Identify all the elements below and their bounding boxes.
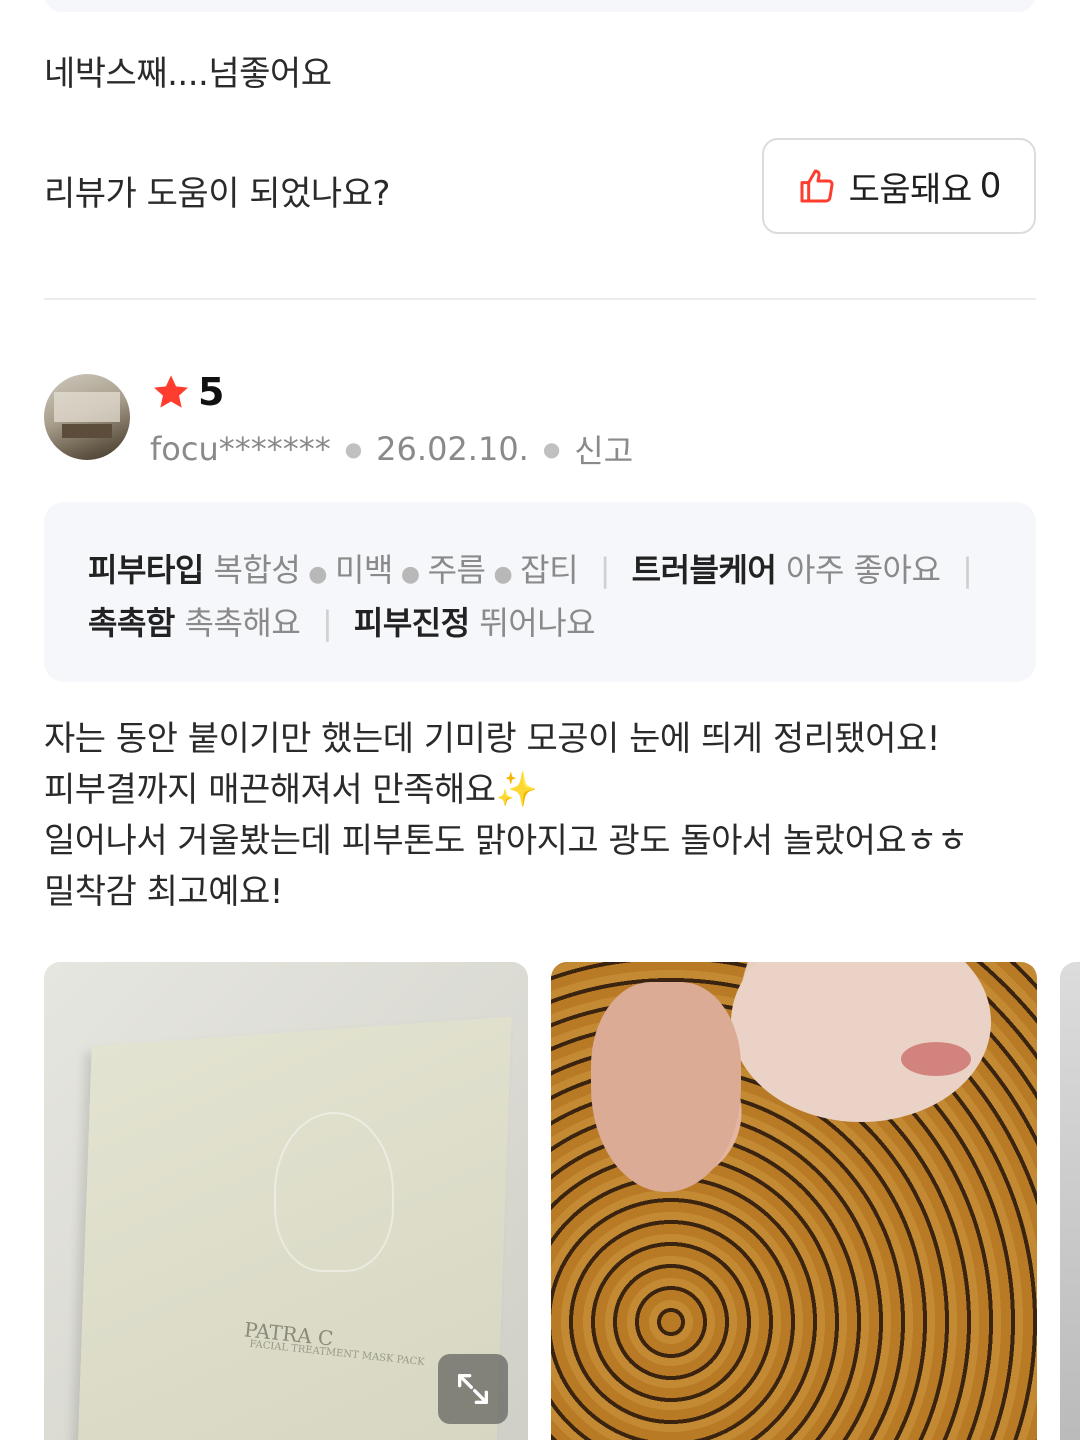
rating: 5 (150, 370, 224, 414)
helpful-count: 0 (979, 166, 1002, 206)
star-icon (154, 375, 188, 408)
attr-skin-type-4: 잡티 (520, 551, 579, 589)
review-line: 밀착감 최고예요! (44, 872, 283, 912)
review-line: 피부결까지 매끈해져서 만족해요✨ (44, 770, 538, 810)
username: focu******* (150, 430, 331, 468)
helpful-button[interactable]: 도움돼요 0 (762, 138, 1036, 234)
helpful-label: 도움돼요 (848, 169, 973, 210)
review-meta: focu******* ● 26.02.10. ● 신고 (150, 426, 633, 472)
review-photo-3[interactable] (1060, 962, 1080, 1440)
helpful-question: 리뷰가 도움이 되었나요? (44, 174, 390, 214)
attributes-line-2: 촉촉함 촉촉해요 | 피부진정 뛰어나요 (88, 604, 596, 642)
previous-attributes-box (44, 0, 1036, 12)
attr-key-trouble: 트러블케어 (631, 551, 777, 589)
review-line: 자는 동안 붙이기만 했는데 기미랑 모공이 눈에 띄게 정리됐어요! (44, 719, 940, 759)
helpful-row: 리뷰가 도움이 되었나요? 도움돼요 0 (44, 138, 1036, 234)
review-photo-1[interactable]: PATRA C FACIAL TREATMENT MASK PACK (44, 962, 528, 1440)
avatar[interactable] (44, 374, 130, 460)
attr-key-skin-type: 피부타입 (88, 551, 204, 589)
review-date: 26.02.10. (376, 430, 529, 468)
review-body: 자는 동안 붙이기만 했는데 기미랑 모공이 눈에 띄게 정리됐어요! 피부결까… (44, 714, 1036, 918)
expand-button[interactable] (438, 1354, 508, 1424)
attr-skin-type-1: 복합성 (213, 551, 301, 589)
review-photo-2[interactable] (551, 962, 1037, 1440)
attr-key-soothe: 피부진정 (353, 604, 470, 642)
attr-key-moist: 촉촉함 (88, 604, 175, 642)
attr-skin-type-3: 주름 (427, 551, 486, 589)
review-divider (44, 298, 1036, 300)
thumbs-up-icon (800, 169, 834, 203)
expand-icon (458, 1374, 488, 1404)
attr-val-soothe: 뛰어나요 (479, 604, 596, 642)
attributes-box: 피부타입 복합성 ● 미백 ● 주름 ● 잡티 | 트러블케어 아주 좋아요 | 촉촉함 촉… (44, 502, 1036, 682)
attributes-line-1: 피부타입 복합성 ● 미백 ● 주름 ● 잡티 | 트러블케어 아주 좋아요 | (88, 551, 973, 589)
review-line: 일어나서 거울봤는데 피부톤도 맑아지고 광도 돌아서 놀랐어요ㅎㅎ (44, 821, 968, 861)
report-link[interactable]: 신고 (574, 426, 633, 472)
rating-value: 5 (198, 370, 225, 414)
previous-review-text: 네박스째....넘좋어요 (44, 54, 332, 94)
attr-skin-type-2: 미백 (334, 551, 393, 589)
attr-val-moist: 촉촉해요 (184, 604, 301, 642)
attr-val-trouble: 아주 좋아요 (786, 551, 941, 589)
product-emboss-logo (274, 1112, 394, 1272)
